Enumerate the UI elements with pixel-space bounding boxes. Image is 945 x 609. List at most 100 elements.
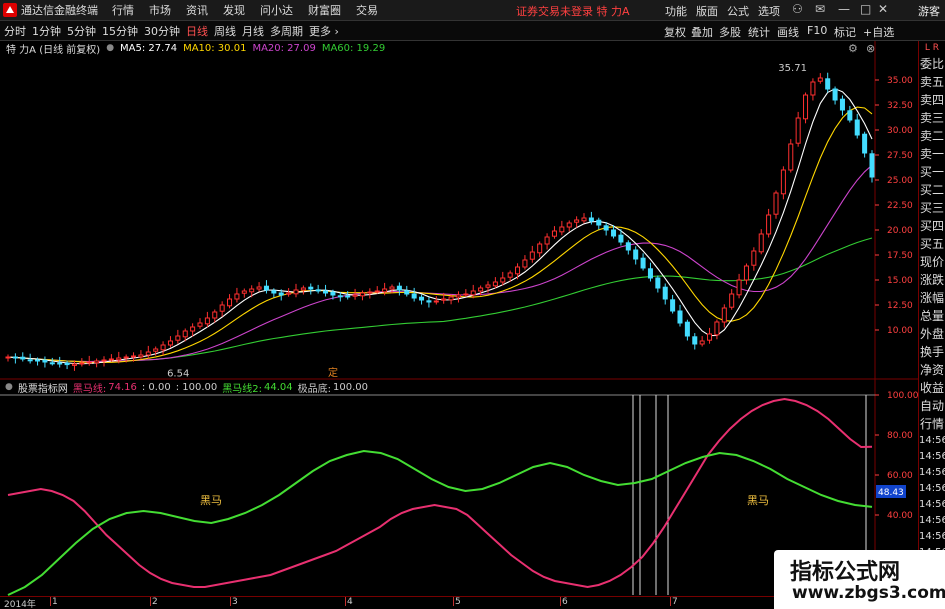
period-monthly[interactable]: 月线 [242,23,264,39]
price-tick-label: 10.00 [887,326,913,336]
mail-icon[interactable]: ✉ [815,2,825,16]
candle-body [854,119,860,136]
tool-mark[interactable]: 标记 [834,24,856,40]
candle-body [345,295,351,298]
quote-panel-item[interactable]: 自动 [919,397,945,415]
price-tick-label: 30.00 [887,126,913,136]
time-axis-label: 3 [232,597,238,607]
close-icon[interactable]: ✕ [878,2,888,16]
quote-panel-item: 卖四 [919,93,944,107]
line2-label: 黑马线2: [222,383,262,395]
candle-body [478,287,484,292]
minimize-icon[interactable]: — [838,2,850,16]
menu-quotes[interactable]: 行情 [112,2,134,18]
chart-area[interactable]: 35.00 32.50 30.00 27.50 25.00 22.50 20.00 17.50… [0,41,918,596]
candle-body [249,288,255,293]
candle-body [825,78,831,90]
quote-panel-item: 14:56 [919,451,945,462]
login-status[interactable]: 证券交易未登录 特 力A [516,3,630,19]
period-15min[interactable]: 15分钟 [102,23,138,39]
tool-add-favorite[interactable]: +自选 [863,24,894,40]
candle-body [197,322,203,327]
heima-line2 [7,449,873,596]
maximize-icon[interactable]: □ [860,2,871,16]
tool-stats[interactable]: 统计 [748,24,770,40]
candle-body [492,281,498,287]
period-multi[interactable]: 多周期 [270,23,303,39]
chart-close-icon[interactable]: ⊗ [866,42,875,55]
candle-body [35,359,41,362]
menu-market[interactable]: 市场 [149,2,171,18]
period-weekly[interactable]: 周线 [214,23,236,39]
tool-f10[interactable]: F10 [807,24,827,37]
menu-news[interactable]: 资讯 [186,2,208,18]
sub-settings-dot-icon[interactable]: ● [5,382,13,392]
tool-multi-stock[interactable]: 多股 [719,24,741,40]
candle-body [544,236,550,245]
candle-body [692,336,698,345]
time-axis-tick: | [344,597,348,607]
quote-panel-item: 总量 [919,309,944,323]
tool-draw[interactable]: 画线 [777,24,799,40]
ma20-value: MA20: 27.09 [252,42,316,54]
tool-overlay[interactable]: 叠加 [691,24,713,40]
menu-layout[interactable]: 版面 [696,3,718,19]
menu-discover[interactable]: 发现 [223,2,245,18]
settings-dot-icon[interactable]: ● [106,43,114,53]
marker-ding: 定 [328,366,338,379]
watermark-title: 指标公式网 [790,560,901,585]
period-daily[interactable]: 日线 [186,23,208,39]
period-intraday[interactable]: 分时 [4,23,26,39]
line2-value: 44.04 [263,381,293,393]
price-tick-label: 12.50 [887,301,913,311]
candle-body [182,330,188,338]
period-more[interactable]: 更多 › [309,23,339,39]
time-axis-tick: | [229,597,233,607]
ma10-value: MA10: 30.01 [183,42,247,54]
candle-body [12,356,18,359]
candle-body [662,286,668,300]
menu-ask[interactable]: 问小达 [260,2,293,18]
tool-adjust[interactable]: 复权 [664,24,686,40]
osc-grid [0,394,875,595]
app-logo-icon [3,3,17,17]
candle-body [611,229,617,237]
quote-panel-item: 现价 [919,255,944,269]
candle-body [308,286,314,290]
quote-panel-item: 14:56 [919,467,945,478]
menu-trade[interactable]: 交易 [356,2,378,18]
candle-body [367,291,373,294]
hundred-value: : 100.00 [175,381,218,393]
quote-panel-item: 卖三 [919,111,944,125]
period-5min[interactable]: 5分钟 [67,23,96,39]
candle-body [57,362,63,365]
candle-body [359,292,365,297]
indicator-name[interactable]: 股票指标网 [18,380,68,395]
candle-body [618,234,624,243]
price-tick-label: 25.00 [887,176,913,186]
candle-body [241,290,247,294]
menu-wealth[interactable]: 财富圈 [308,2,341,18]
candle-body [86,361,92,364]
quote-panel-item: 14:56 [919,531,945,542]
candle-body [64,362,70,366]
chart-settings-icon[interactable]: ⚙ [848,42,858,55]
menu-function[interactable]: 功能 [665,3,687,19]
user-icon[interactable]: ⚇ [792,2,803,16]
quote-panel-item[interactable]: 行情 [919,415,945,433]
candle-body [522,259,528,268]
candle-body [751,250,757,266]
login-status-text: 证券交易未登录 [516,5,593,18]
menu-formula[interactable]: 公式 [727,3,749,19]
watermark: 指标公式网 www.zbgs3.com [774,550,945,609]
candle-body [271,290,277,294]
menu-options[interactable]: 选项 [758,3,780,19]
period-30min[interactable]: 30分钟 [144,23,180,39]
period-1min[interactable]: 1分钟 [32,23,61,39]
candle-body [699,340,705,345]
candle-body [603,225,609,231]
guest-label[interactable]: 游客 [918,3,940,19]
panel-toggle[interactable]: L R [919,41,945,55]
quote-panel-item: 卖五 [919,75,944,89]
time-axis-tick: | [452,597,456,607]
